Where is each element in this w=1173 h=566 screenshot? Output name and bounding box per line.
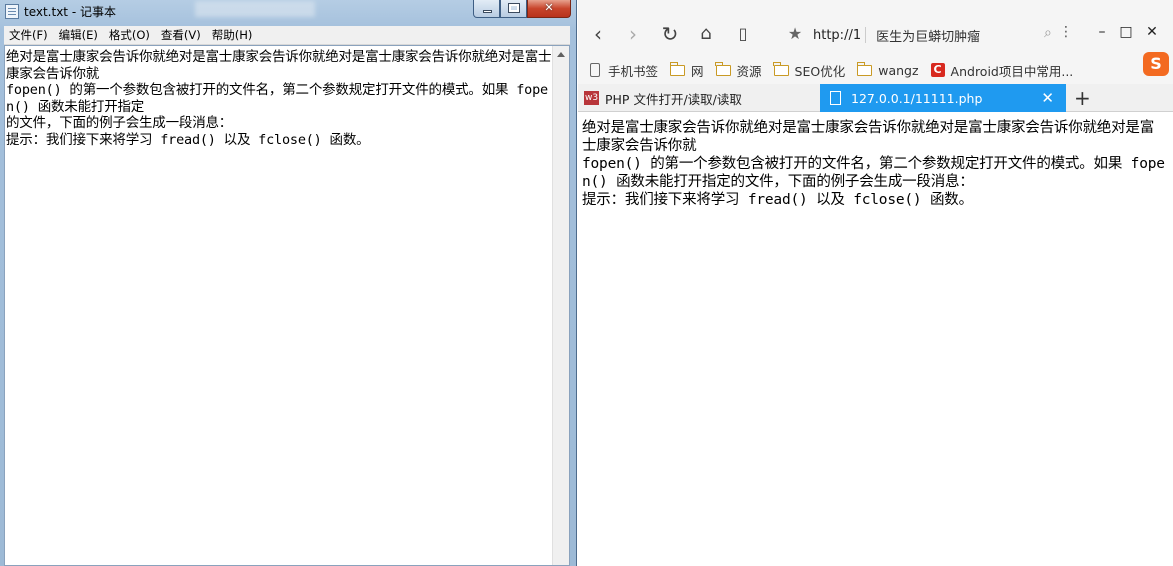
favorite-star-icon[interactable]: ★ [783, 22, 807, 46]
reader-icon[interactable]: ▯ [731, 22, 755, 46]
home-icon[interactable]: ⌂ [694, 22, 718, 46]
page-line: 提示：我们接下来将学习 fread() 以及 fclose() 函数。 [582, 192, 973, 208]
minimize-icon [483, 10, 492, 13]
w3-favicon-icon: w3 [584, 91, 599, 105]
notepad-line: 提示：我们接下来将学习 fread() 以及 fclose() 函数。 [6, 131, 370, 148]
menu-more-icon[interactable]: ⋮ [1059, 24, 1073, 40]
page-favicon-icon [830, 91, 841, 105]
back-icon[interactable]: ‹ [586, 22, 610, 46]
folder-icon [715, 61, 731, 76]
browser-close-icon[interactable]: ✕ [1142, 24, 1162, 40]
window-controls: ✕ [473, 0, 571, 18]
tab-close-icon[interactable]: ✕ [1041, 89, 1054, 107]
tab-label: 127.0.0.1/11111.php [851, 90, 983, 106]
tab-label: PHP 文件打开/读取/读取 [605, 91, 742, 107]
browser-minimize-icon[interactable]: – [1092, 24, 1112, 40]
menu-help[interactable]: 帮助(H) [207, 27, 259, 43]
menu-format[interactable]: 格式(O) [104, 27, 156, 43]
bookmark-label: 资源 [736, 63, 762, 79]
background-window-title-ghost [195, 1, 315, 17]
notepad-title-bar[interactable]: text.txt - 记事本 ✕ [0, 0, 577, 24]
search-icon[interactable]: ⌕ [1044, 25, 1052, 41]
search-suggestion[interactable]: 医生为巨蟒切肿瘤 [876, 26, 980, 45]
menu-file[interactable]: 文件(F) [4, 27, 54, 43]
tab-localhost[interactable]: 127.0.0.1/11111.php ✕ [820, 84, 1066, 112]
close-icon: ✕ [544, 1, 554, 14]
notepad-editor[interactable]: 绝对是富士康家会告诉你就绝对是富士康家会告诉你就绝对是富士康家会告诉你就绝对是富… [4, 45, 570, 566]
notepad-line: 的文件，下面的例子会生成一段消息： [6, 115, 233, 131]
browser-maximize-icon[interactable]: □ [1116, 24, 1136, 40]
page-content: 绝对是富士康家会告诉你就绝对是富士康家会告诉你就绝对是富士康家会告诉你就绝对是富… [582, 119, 1167, 209]
page-line: fopen() 的第一个参数包含被打开的文件名，第二个参数规定打开文件的模式。如… [582, 156, 1165, 190]
browser-toolbar: ‹ › ↻ ⌂ ▯ ★ http://1 医生为巨蟒切肿瘤 ⌕ ⋮ – □ ✕ … [578, 0, 1173, 84]
notepad-line: fopen() 的第一个参数包含被打开的文件名，第二个参数规定打开文件的模式。如… [6, 82, 548, 115]
close-button[interactable]: ✕ [527, 0, 571, 18]
menu-view[interactable]: 查看(V) [156, 27, 207, 43]
notepad-line: 绝对是富士康家会告诉你就绝对是富士康家会告诉你就绝对是富士康家会告诉你就绝对是富… [6, 49, 552, 82]
notepad-window: text.txt - 记事本 ✕ 文件(F) 编辑(E) 格式(O) 查看(V)… [0, 0, 577, 566]
folder-icon [856, 61, 873, 76]
site-c-icon: C [930, 63, 945, 77]
notepad-text-content[interactable]: 绝对是富士康家会告诉你就绝对是富士康家会告诉你就绝对是富士康家会告诉你就绝对是富… [6, 49, 554, 148]
folder-icon [773, 61, 789, 76]
new-tab-icon[interactable]: + [1074, 86, 1091, 110]
bookmark-folder[interactable]: 资源 [715, 61, 762, 80]
tab-php-file[interactable]: w3 PHP 文件打开/读取/读取 [578, 84, 818, 112]
address-url: http://1 [813, 27, 862, 43]
tab-strip: w3 PHP 文件打开/读取/读取 127.0.0.1/11111.php ✕ … [578, 84, 1173, 112]
bookmark-label: wangz [878, 62, 919, 78]
bookmark-site[interactable]: C Android项目中常用... [930, 61, 1074, 80]
scroll-up-arrow-icon[interactable] [557, 52, 565, 57]
sogou-ime-icon[interactable]: S [1143, 52, 1169, 76]
menu-edit[interactable]: 编辑(E) [54, 27, 104, 43]
maximize-icon [508, 3, 520, 13]
bookmark-label: Android项目中常用... [950, 63, 1074, 79]
bookmark-folder[interactable]: wangz [856, 61, 919, 78]
address-separator [865, 27, 867, 43]
bookmark-mobile[interactable]: 手机书签 [590, 61, 658, 80]
bookmark-label: 网 [691, 63, 704, 79]
forward-icon[interactable]: › [621, 22, 645, 46]
notepad-app-icon[interactable] [5, 4, 19, 19]
bookmark-folder[interactable]: 网 [669, 61, 704, 80]
page-line: 绝对是富士康家会告诉你就绝对是富士康家会告诉你就绝对是富士康家会告诉你就绝对是富… [582, 120, 1154, 154]
bookmark-folder[interactable]: SEO优化 [773, 61, 846, 80]
phone-icon [590, 63, 600, 77]
notepad-title: text.txt - 记事本 [24, 5, 116, 19]
vertical-scrollbar[interactable] [552, 46, 569, 565]
notepad-menu-bar: 文件(F) 编辑(E) 格式(O) 查看(V) 帮助(H) [4, 26, 570, 45]
folder-icon [669, 61, 686, 76]
minimize-button[interactable] [473, 0, 500, 18]
bookmark-label: 手机书签 [608, 63, 659, 79]
bookmark-label: SEO优化 [794, 63, 846, 79]
refresh-icon[interactable]: ↻ [658, 22, 682, 46]
bookmarks-bar: 手机书签 网 资源 SEO优化 wangz C Android项目中常用... [578, 58, 1173, 82]
maximize-button[interactable] [500, 0, 527, 18]
browser-window: ‹ › ↻ ⌂ ▯ ★ http://1 医生为巨蟒切肿瘤 ⌕ ⋮ – □ ✕ … [578, 0, 1173, 566]
